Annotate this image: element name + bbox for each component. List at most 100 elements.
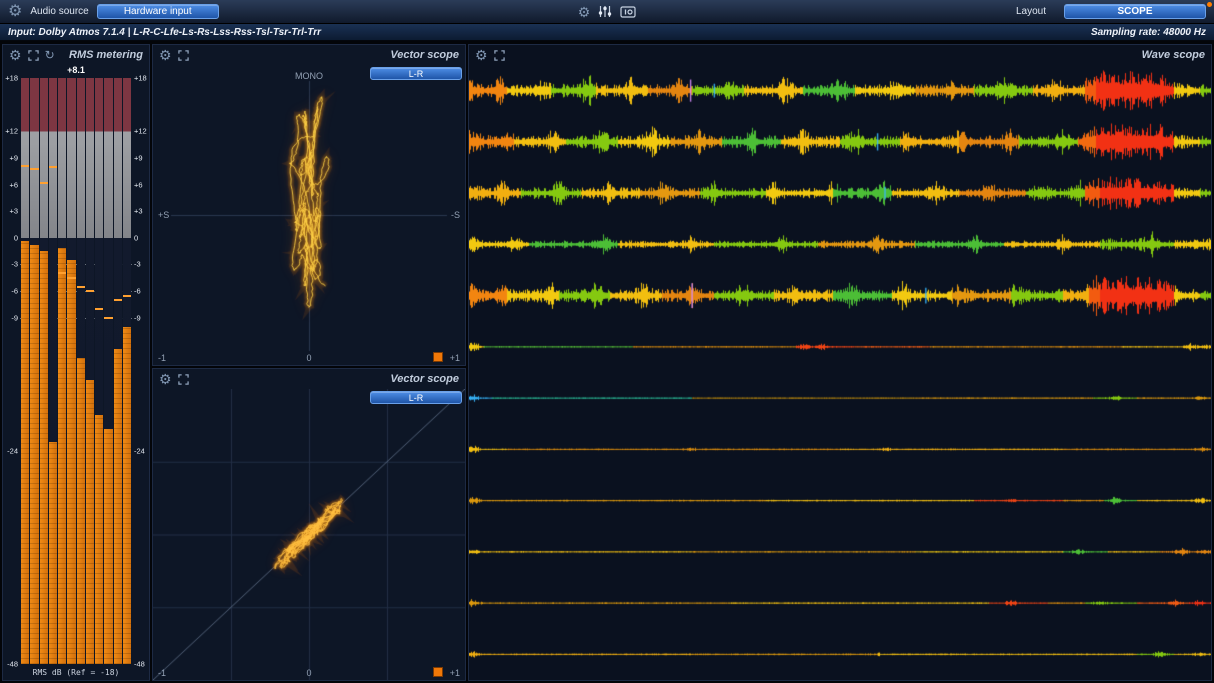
wave-scope-canvas <box>469 65 1211 680</box>
xy-scope-body: L-R -1 0 +1 <box>153 389 465 680</box>
meter-bars <box>20 78 132 664</box>
panel-title: RMS metering <box>69 49 143 61</box>
axis-max-label: +1 <box>450 353 460 363</box>
scale-label: -48 <box>7 660 18 669</box>
meter-fill <box>77 358 85 664</box>
axis-zero-label: 0 <box>306 668 311 678</box>
meter-peak-tick <box>114 299 122 301</box>
wave-body <box>469 65 1211 680</box>
axis-max-label: +1 <box>450 668 460 678</box>
clip-indicator[interactable] <box>433 352 443 362</box>
gear-icon[interactable]: ⚙ <box>159 48 172 62</box>
rms-panel-header: ⚙ ↻ RMS metering <box>3 45 149 65</box>
gear-icon[interactable]: ⚙ <box>9 48 22 62</box>
meter-fill <box>95 415 103 664</box>
scale-label: 0 <box>14 233 18 242</box>
scale-label: -6 <box>11 287 18 296</box>
meter-bar-Rs <box>67 78 75 664</box>
meter-fill <box>67 260 75 664</box>
meter-fill <box>104 429 112 664</box>
rms-metering-panel: ⚙ ↻ RMS metering +8.1 +18+12+9+6+30-3-6-… <box>2 44 150 681</box>
meter-fill <box>86 380 94 664</box>
axis-zero-label: 0 <box>306 353 311 363</box>
meter-fill <box>58 248 66 664</box>
minus-s-label: -S <box>451 210 460 220</box>
meter-peak-tick <box>67 277 75 279</box>
meter-peak-tick <box>40 182 48 184</box>
scale-label: -3 <box>11 260 18 269</box>
gear-icon[interactable]: ⚙ <box>475 48 488 62</box>
meter-bar-C <box>40 78 48 664</box>
meter-bar-Tsl <box>95 78 103 664</box>
scale-label: 0 <box>134 233 138 242</box>
scale-label: -48 <box>134 660 145 669</box>
scale-label: +18 <box>134 74 147 83</box>
fullscreen-icon[interactable] <box>28 50 39 61</box>
meter-fill <box>40 251 48 664</box>
lr-mode-button[interactable]: L-R <box>370 391 462 404</box>
scale-label: +6 <box>134 180 143 189</box>
goniometer-body: L-R MONO +S -S -1 0 +1 <box>153 65 465 365</box>
fullscreen-icon[interactable] <box>178 374 189 385</box>
meter-bar-Lfe <box>49 78 57 664</box>
vector-scope-xy-panel: ⚙ Vector scope L-R -1 0 +1 <box>152 368 466 681</box>
meter-bar-L <box>21 78 29 664</box>
clip-indicator[interactable] <box>433 667 443 677</box>
meter-peak-tick <box>21 165 29 167</box>
reset-icon[interactable]: ↻ <box>45 49 55 61</box>
scale-label: -6 <box>134 287 141 296</box>
meter-scale-left: +18+12+9+6+30-3-6-9-24-48 <box>3 78 20 664</box>
scale-label: +3 <box>134 207 143 216</box>
scope-button[interactable]: SCOPE <box>1064 4 1206 19</box>
scale-label: -3 <box>134 260 141 269</box>
meter-bar-Lss <box>77 78 85 664</box>
hardware-input-button[interactable]: Hardware input <box>97 4 219 19</box>
main-area: ⚙ ↻ RMS metering +8.1 +18+12+9+6+30-3-6-… <box>0 42 1214 683</box>
meter-peak-tick <box>77 286 85 288</box>
meter-area: +18+12+9+6+30-3-6-9-24-48 +18+12+9+6+30-… <box>3 78 149 666</box>
rms-footer-label: RMS dB (Ref = -18) <box>3 666 149 680</box>
meter-bar-Trl <box>114 78 122 664</box>
scale-label: +12 <box>134 127 147 136</box>
meter-peak-tick <box>49 166 57 168</box>
sampling-rate-label: Sampling rate: 48000 Hz <box>1091 27 1206 38</box>
vector-scope-top-panel: ⚙ Vector scope L-R MONO +S -S -1 0 +1 <box>152 44 466 366</box>
gear-icon[interactable]: ⚙ <box>578 5 591 19</box>
lr-mode-button[interactable]: L-R <box>370 67 462 80</box>
scale-label: -9 <box>134 313 141 322</box>
meter-fill <box>49 442 57 664</box>
scale-label: +12 <box>5 127 18 136</box>
scale-label: +3 <box>9 207 18 216</box>
panel-title: Wave scope <box>1142 49 1205 61</box>
info-bar: Input: Dolby Atmos 7.1.4 | L-R-C-Lfe-Ls-… <box>0 24 1214 41</box>
fullscreen-icon[interactable] <box>494 50 505 61</box>
settings-icon[interactable]: ⚙ <box>8 4 22 20</box>
meter-peak-tick <box>86 290 94 292</box>
meter-bar-Tsr <box>104 78 112 664</box>
notification-dot <box>1207 2 1212 7</box>
meter-bar-Trr <box>123 78 131 664</box>
meter-bar-Rss <box>86 78 94 664</box>
meter-bar-R <box>30 78 38 664</box>
xy-scope-canvas <box>153 389 465 680</box>
wave-scope-panel: ⚙ Wave scope <box>468 44 1212 681</box>
gear-icon[interactable]: ⚙ <box>159 372 172 386</box>
mixer-icon[interactable] <box>598 5 612 18</box>
wave-panel-header: ⚙ Wave scope <box>469 45 1211 65</box>
meter-fill <box>21 241 29 664</box>
layout-label[interactable]: Layout <box>1016 6 1046 17</box>
plus-s-label: +S <box>158 210 169 220</box>
meter-peak-tick <box>58 272 66 274</box>
axis-min-label: -1 <box>158 353 166 363</box>
meter-scale-right: +18+12+9+6+30-3-6-9-24-48 <box>132 78 149 664</box>
display-io-icon[interactable] <box>620 6 636 18</box>
scale-label: -24 <box>134 446 145 455</box>
meter-fill <box>123 327 131 664</box>
meter-fill <box>30 245 38 664</box>
meter-peak-tick <box>123 295 131 297</box>
vector-column: ⚙ Vector scope L-R MONO +S -S -1 0 +1 <box>152 44 466 681</box>
vector-bottom-header: ⚙ Vector scope <box>153 369 465 389</box>
scale-label: +18 <box>5 74 18 83</box>
goniometer-canvas <box>153 65 465 365</box>
fullscreen-icon[interactable] <box>178 50 189 61</box>
